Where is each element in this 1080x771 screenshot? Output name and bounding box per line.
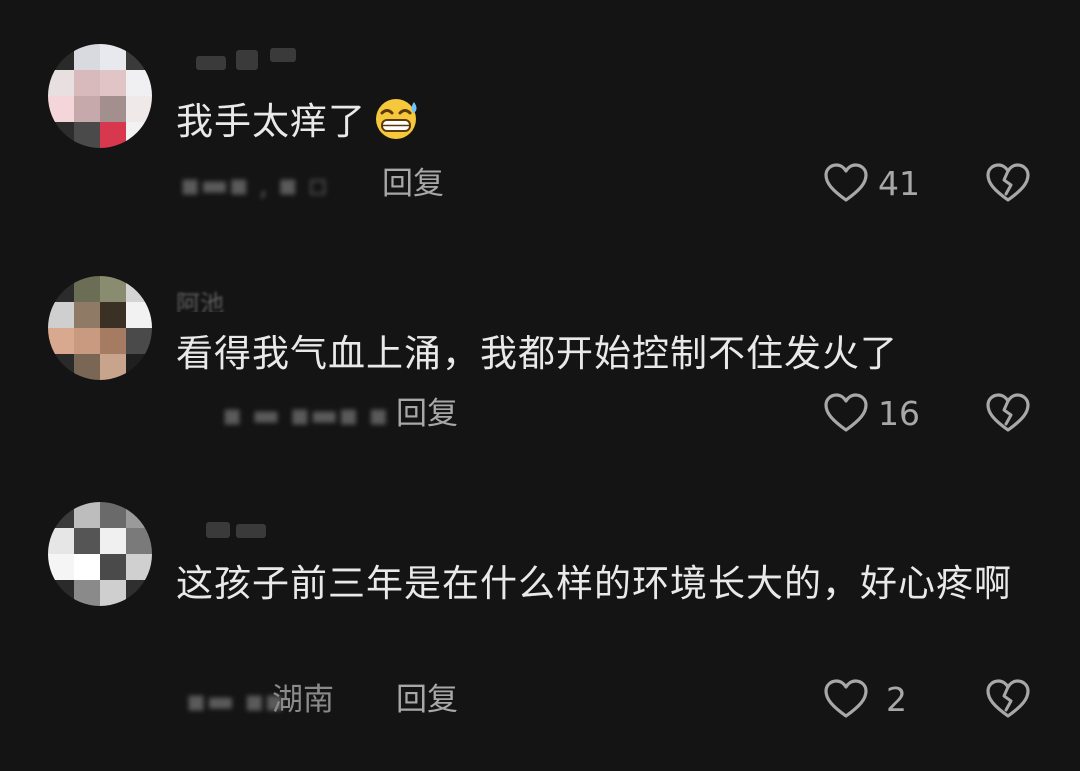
username[interactable] (176, 44, 316, 74)
broken-heart-icon[interactable] (984, 390, 1032, 438)
grinning-sweat-emoji (376, 99, 417, 139)
heart-icon (824, 393, 868, 432)
like-button[interactable]: 41 (822, 160, 932, 208)
reply-button[interactable]: 回复 (396, 680, 458, 720)
heart-icon (824, 163, 868, 202)
timestamp: ▪ ▬ ▪▬▪ ▪ (222, 398, 389, 433)
username[interactable]: 阿池 (176, 282, 316, 312)
reply-button[interactable]: 回复 (382, 164, 444, 204)
like-count: 16 (878, 394, 920, 433)
comment-meta: ▪▬▪ , ▪ ▫ 回复 (176, 164, 776, 204)
like-count: 2 (886, 680, 907, 719)
comment-meta: ▪ ▬ ▪▬▪ ▪ 回复 (176, 394, 776, 434)
comment-text: 我手太痒了 (176, 94, 1036, 148)
location-label: 湖南 (272, 682, 334, 718)
broken-heart-icon[interactable] (984, 160, 1032, 208)
comment-text: 这孩子前三年是在什么样的环境长大的，好心疼啊 (176, 562, 1012, 605)
avatar[interactable] (48, 502, 152, 606)
heart-icon (824, 679, 868, 718)
avatar[interactable] (48, 276, 152, 380)
avatar[interactable] (48, 44, 152, 148)
like-button[interactable]: 2 (822, 676, 932, 724)
comment-list: 我手太痒了 ▪▬▪ , ▪ ▫ 回复 41 阿池 看得我气血上涌，我都开始控制不… (0, 0, 1080, 771)
like-count: 41 (878, 164, 920, 203)
timestamp: ▪▬ ▪▪ (186, 684, 285, 719)
like-button[interactable]: 16 (822, 390, 932, 438)
comment-meta: ▪▬ ▪▪ 湖南 回复 (176, 680, 776, 720)
username[interactable] (176, 512, 316, 542)
comment-text: 看得我气血上涌，我都开始控制不住发火了 (176, 332, 898, 375)
timestamp: ▪▬▪ , ▪ ▫ (180, 168, 328, 203)
reply-button[interactable]: 回复 (396, 394, 458, 434)
broken-heart-icon[interactable] (984, 676, 1032, 724)
